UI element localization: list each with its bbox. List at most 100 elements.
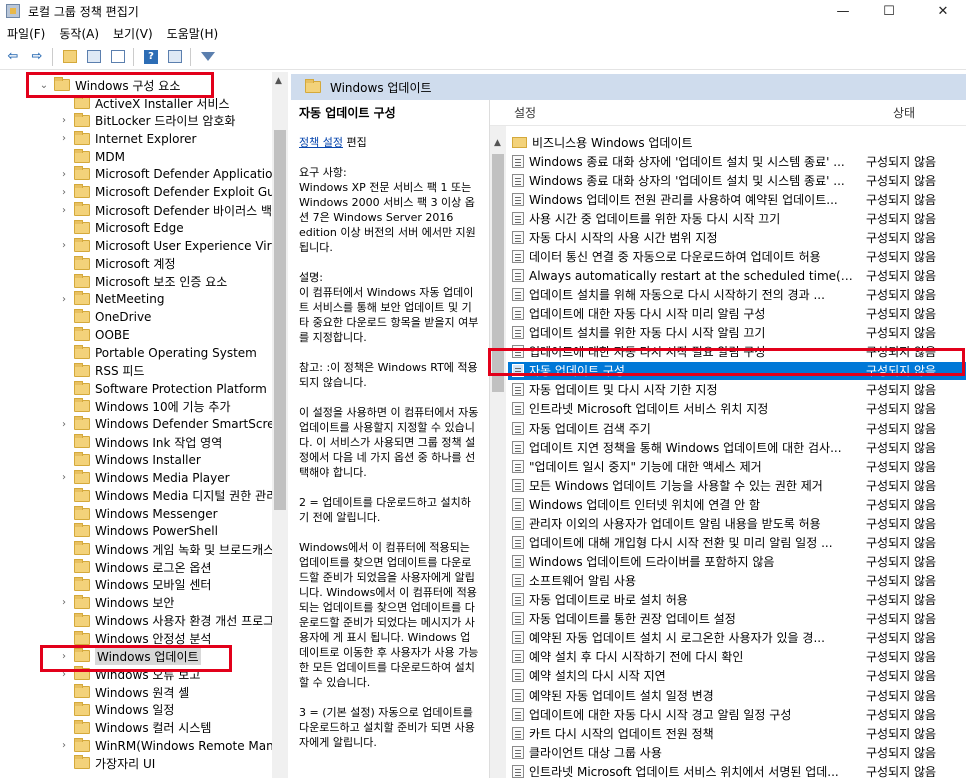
back-arrow-icon[interactable]: ⇦	[2, 46, 24, 68]
tree-item[interactable]: Windows 안정성 분석	[58, 630, 211, 648]
tree-item[interactable]: › Internet Explorer	[58, 130, 196, 148]
chevron-right-icon[interactable]: ›	[58, 740, 70, 751]
chevron-right-icon[interactable]: ›	[58, 651, 70, 662]
setting-row[interactable]: 카트 다시 시작의 업데이트 전원 정책 구성되지 않음	[508, 724, 966, 742]
policy-settings-link[interactable]: 정책 설정	[299, 136, 343, 149]
setting-row[interactable]: 업데이트에 대해 개입형 다시 시작 전환 및 미리 알림 일정 ... 구성되지…	[508, 533, 966, 551]
show-hide-tree-icon[interactable]	[83, 46, 105, 68]
setting-row[interactable]: 업데이트 설치를 위한 자동 다시 시작 알림 끄기 구성되지 않음	[508, 324, 966, 342]
setting-row[interactable]: 비즈니스용 Windows 업데이트	[508, 133, 966, 151]
setting-row[interactable]: 인트라넷 Microsoft 업데이트 서비스 위치에서 서명된 업데... 구성…	[508, 762, 966, 778]
tree-item-windows-components[interactable]: ⌄ Windows 구성 요소	[38, 76, 180, 94]
tree-item[interactable]: Windows 원격 셸	[58, 683, 189, 701]
tree-item[interactable]: RSS 피드	[58, 362, 144, 380]
column-state[interactable]: 상태	[893, 104, 915, 121]
chevron-right-icon[interactable]: ›	[58, 597, 70, 608]
chevron-right-icon[interactable]: ›	[58, 669, 70, 680]
column-setting[interactable]: 설정	[514, 104, 536, 121]
tree-item[interactable]: Windows Messenger	[58, 505, 218, 523]
tree-item[interactable]: › Microsoft User Experience Virtual	[58, 237, 288, 255]
tree-item[interactable]: Windows 컬러 시스템	[58, 719, 211, 737]
forward-arrow-icon[interactable]: ⇨	[26, 46, 48, 68]
export-list-icon[interactable]	[107, 46, 129, 68]
setting-row[interactable]: 예약된 자동 업데이트 설치 시 로그온한 사용자가 있을 경... 구성되지 않…	[508, 629, 966, 647]
scroll-up-icon[interactable]: ▲	[275, 76, 282, 86]
tree-item[interactable]: › Microsoft Defender Application G	[58, 165, 288, 183]
setting-row[interactable]: Windows 업데이트 전원 관리를 사용하여 예약된 업데이트... 구성되지…	[508, 190, 966, 208]
tree-scrollbar[interactable]: ▲	[272, 72, 288, 778]
tree-item[interactable]: Software Protection Platform	[58, 380, 267, 398]
tree-item[interactable]: Windows Installer	[58, 451, 201, 469]
close-button[interactable]: ✕	[920, 0, 966, 22]
policy-tree[interactable]: ⌄ Windows 구성 요소 ActiveX Installer 서비스 › Bi…	[0, 72, 288, 778]
maximize-button[interactable]: ☐	[866, 0, 912, 22]
setting-row[interactable]: 예약 설치 후 다시 시작하기 전에 다시 확인 구성되지 않음	[508, 648, 966, 666]
tree-item[interactable]: Windows 10에 기능 추가	[58, 397, 230, 415]
chevron-right-icon[interactable]: ›	[58, 472, 70, 483]
tree-item[interactable]: › Microsoft Defender Exploit Guard	[58, 183, 288, 201]
tree-item[interactable]: Windows 모바일 센터	[58, 576, 211, 594]
chevron-right-icon[interactable]: ›	[58, 294, 70, 305]
setting-row[interactable]: 데이터 통신 연결 중 자동으로 다운로드하여 업데이트 허용 구성되지 않음	[508, 247, 966, 265]
tree-item[interactable]: Microsoft Edge	[58, 219, 184, 237]
tree-item[interactable]: › WinRM(Windows Remote Manag	[58, 737, 288, 755]
chevron-right-icon[interactable]: ›	[58, 187, 70, 198]
list-scrollbar[interactable]: ▲	[490, 126, 506, 778]
chevron-right-icon[interactable]: ›	[58, 205, 70, 216]
scroll-up-icon[interactable]: ▲	[494, 138, 501, 148]
setting-row[interactable]: 소프트웨어 알림 사용 구성되지 않음	[508, 572, 966, 590]
menu-view[interactable]: 보기(V)	[106, 25, 160, 42]
properties-icon[interactable]	[164, 46, 186, 68]
tree-item[interactable]: Windows 게임 녹화 및 브로드캐스	[58, 540, 274, 558]
setting-row[interactable]: 업데이트에 대한 자동 다시 시작 경고 알림 일정 구성 구성되지 않음	[508, 705, 966, 723]
tree-item[interactable]: Microsoft 계정	[58, 255, 176, 273]
setting-row[interactable]: "업데이트 일시 중지" 기능에 대한 액세스 제거 구성되지 않음	[508, 457, 966, 475]
setting-row[interactable]: Windows 업데이트 인터넷 위치에 연결 안 함 구성되지 않음	[508, 495, 966, 513]
tree-item[interactable]: Windows Ink 작업 영역	[58, 433, 222, 451]
setting-row[interactable]: Always automatically restart at the sche…	[508, 266, 966, 284]
menu-action[interactable]: 동작(A)	[52, 25, 106, 42]
up-folder-icon[interactable]	[59, 46, 81, 68]
setting-row[interactable]: 예약 설치의 다시 시작 지연 구성되지 않음	[508, 667, 966, 685]
setting-row[interactable]: Windows 종료 대화 상자의 '업데이트 설치 및 시스템 종료' ...…	[508, 171, 966, 189]
setting-row[interactable]: Windows 종료 대화 상자에 '업데이트 설치 및 시스템 종료' ...…	[508, 152, 966, 170]
setting-row[interactable]: 자동 업데이트로 바로 설치 허용 구성되지 않음	[508, 591, 966, 609]
tree-item[interactable]: › NetMeeting	[58, 290, 164, 308]
chevron-right-icon[interactable]: ›	[58, 419, 70, 430]
setting-row[interactable]: 자동 다시 시작의 사용 시간 범위 지정 구성되지 않음	[508, 228, 966, 246]
tree-item[interactable]: Portable Operating System	[58, 344, 257, 362]
tree-item[interactable]: Windows 사용자 환경 개선 프로그	[58, 612, 274, 630]
menu-file[interactable]: 파일(F)	[0, 25, 52, 42]
tree-item[interactable]: Windows 일정	[58, 701, 174, 719]
setting-row[interactable]: 업데이트에 대한 자동 다시 시작 미리 알림 구성 구성되지 않음	[508, 305, 966, 323]
setting-row[interactable]: 예약된 자동 업데이트 설치 일정 변경 구성되지 않음	[508, 686, 966, 704]
setting-row[interactable]: Windows 업데이트에 드라이버를 포함하지 않음 구성되지 않음	[508, 553, 966, 571]
tree-item[interactable]: › Windows Defender SmartScreen	[58, 415, 288, 433]
setting-row[interactable]: 자동 업데이트 및 다시 시작 기한 지정 구성되지 않음	[508, 381, 966, 399]
chevron-right-icon[interactable]: ›	[58, 169, 70, 180]
setting-row[interactable]: 업데이트 지연 정책을 통해 Windows 업데이트에 대한 검사... 구성되…	[508, 438, 966, 456]
scroll-thumb[interactable]	[492, 154, 504, 392]
tree-item[interactable]: › Windows Media Player	[58, 469, 230, 487]
tree-item[interactable]: › Windows 업데이트	[58, 647, 201, 665]
setting-row[interactable]: 업데이트에 대한 자동 다시 시작 필요 알림 구성 구성되지 않음	[508, 343, 966, 361]
menu-help[interactable]: 도움말(H)	[160, 25, 226, 42]
setting-row[interactable]: 자동 업데이트 구성 구성되지 않음	[508, 361, 966, 380]
tree-item[interactable]: Windows PowerShell	[58, 522, 218, 540]
setting-row[interactable]: 자동 업데이트를 통한 권장 업데이트 설정 구성되지 않음	[508, 610, 966, 628]
chevron-right-icon[interactable]: ›	[58, 133, 70, 144]
setting-row[interactable]: 업데이트 설치를 위해 자동으로 다시 시작하기 전의 경과 ... 구성되지 않…	[508, 286, 966, 304]
tree-item[interactable]: 가장자리 UI	[58, 754, 155, 772]
tree-item[interactable]: Windows 로그온 옵션	[58, 558, 211, 576]
tree-item[interactable]: › BitLocker 드라이브 암호화	[58, 112, 235, 130]
setting-row[interactable]: 자동 업데이트 검색 주기 구성되지 않음	[508, 419, 966, 437]
setting-row[interactable]: 인트라넷 Microsoft 업데이트 서비스 위치 지정 구성되지 않음	[508, 400, 966, 418]
tree-item[interactable]: Microsoft 보조 인증 요소	[58, 273, 227, 291]
setting-row[interactable]: 사용 시간 중 업데이트를 위한 자동 다시 시작 끄기 구성되지 않음	[508, 209, 966, 227]
chevron-right-icon[interactable]: ›	[58, 240, 70, 251]
setting-row[interactable]: 모든 Windows 업데이트 기능을 사용할 수 있는 권한 제거 구성되지 않…	[508, 476, 966, 494]
tree-item[interactable]: › Microsoft Defender 바이러스 백신	[58, 201, 283, 219]
scroll-thumb[interactable]	[274, 130, 286, 510]
setting-row[interactable]: 클라이언트 대상 그룹 사용 구성되지 않음	[508, 743, 966, 761]
minimize-button[interactable]: —	[820, 0, 866, 22]
